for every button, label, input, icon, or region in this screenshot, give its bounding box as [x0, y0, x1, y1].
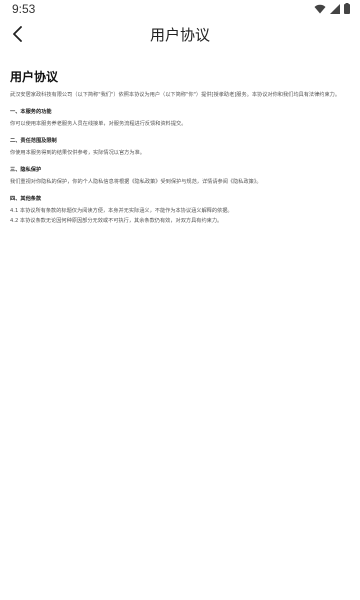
document-title: 用户协议	[10, 70, 59, 84]
section-other-terms: 四、其他条款 4.1 本协议所有条款的标题仅为阅读方便，本身并无实际涵义，不能作…	[10, 195, 350, 225]
section-privacy: 三、隐私保护 我们重视对你隐私的保护，你的个人隐私信息将根据《隐私政策》受到保护…	[10, 166, 350, 186]
section-liability: 二、责任范围及限制 你使用本服务得到的结果仅供参考，实际情况以官方为准。	[10, 137, 350, 157]
status-icons	[314, 3, 350, 14]
battery-icon	[344, 3, 350, 14]
app-bar: 用户协议	[0, 18, 360, 50]
section-paragraph: 你可以使用本服务养老服务人员在线接单，对服务流程进行反馈和资料提交。	[10, 121, 187, 127]
home-indicator	[0, 588, 360, 600]
signal-icon	[330, 3, 340, 14]
document-intro: 武汉安居家政科技有限公司（以下简称"我们"）依照本协议为用户（以下简称"你"）提…	[10, 92, 341, 98]
section-body: 我们重视对你隐私的保护，你的个人隐私信息将根据《隐私政策》受到保护与规范，详情请…	[10, 178, 350, 186]
wifi-icon	[314, 4, 326, 13]
section-paragraph: 4.1 本协议所有条款的标题仅为阅读方便，本身并无实际涵义，不能作为本协议涵义解…	[10, 208, 233, 214]
section-heading: 二、责任范围及限制	[10, 138, 57, 144]
section-heading: 三、隐私保护	[10, 167, 42, 173]
status-bar: 9:53	[0, 0, 360, 18]
section-body: 4.1 本协议所有条款的标题仅为阅读方便，本身并无实际涵义，不能作为本协议涵义解…	[10, 207, 350, 225]
section-paragraph: 4.2 本协议条款无论因何种原因部分无效或不可执行，其余条款仍有效，对双方具有约…	[10, 218, 223, 224]
section-function: 一、本服务的功能 你可以使用本服务养老服务人员在线接单，对服务流程进行反馈和资料…	[10, 108, 350, 128]
section-heading: 一、本服务的功能	[10, 109, 52, 115]
status-time: 9:53	[12, 2, 36, 16]
section-paragraph: 我们重视对你隐私的保护，你的个人隐私信息将根据《隐私政策》受到保护与规范，详情请…	[10, 179, 262, 185]
section-paragraph: 你使用本服务得到的结果仅供参考，实际情况以官方为准。	[10, 150, 145, 156]
section-heading: 四、其他条款	[10, 196, 42, 202]
section-body: 你使用本服务得到的结果仅供参考，实际情况以官方为准。	[10, 149, 350, 157]
page-title: 用户协议	[149, 26, 210, 44]
section-body: 你可以使用本服务养老服务人员在线接单，对服务流程进行反馈和资料提交。	[10, 120, 350, 128]
agreement-content[interactable]: 用户协议 武汉安居家政科技有限公司（以下简称"我们"）依照本协议为用户（以下简称…	[0, 50, 360, 600]
